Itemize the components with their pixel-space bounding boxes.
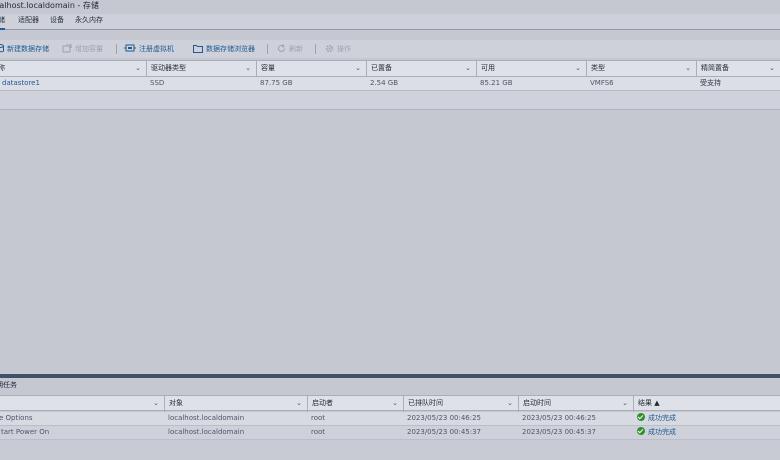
column-header-task[interactable]: ⌄ (0, 396, 164, 412)
type-cell: VMFS6 (590, 79, 614, 87)
increase-capacity-label: 增加容量 (75, 45, 103, 53)
increase-capacity-button[interactable]: 增加容量 (62, 43, 103, 55)
actions-label: 操作 (337, 45, 351, 53)
column-label: 启动者 (312, 399, 333, 407)
column-label: 已置备 (371, 64, 392, 72)
chevron-down-icon[interactable]: ⌄ (769, 61, 775, 76)
column-label: 可用 (481, 64, 495, 72)
column-header-started[interactable]: 启动时间 ⌄ (518, 396, 633, 412)
column-header-name[interactable]: 称 ⌄ (0, 61, 146, 77)
actions-button[interactable]: 操作 (325, 43, 351, 55)
column-header-thin-provisioning[interactable]: 精简置备 ⌄ (696, 61, 780, 77)
recent-tasks-title: 期任务 (0, 381, 17, 389)
column-header-target[interactable]: 对象 ⌄ (164, 396, 307, 412)
capacity-cell: 87.75 GB (260, 79, 293, 87)
task-name-cell: e Options (0, 414, 33, 422)
queued-time-cell: 2023/05/23 00:45:37 (407, 428, 482, 436)
column-label: 称 (0, 64, 5, 72)
chevron-down-icon[interactable]: ⌄ (296, 396, 302, 411)
toolbar-divider (267, 44, 268, 54)
toolbar: 新建数据存储 增加容量 注册虚拟机 数据存储浏览器 刷新 操作 (0, 40, 780, 58)
window-title: calhost.localdomain - 存储 (0, 1, 99, 10)
refresh-label: 刷新 (289, 45, 303, 53)
chevron-down-icon[interactable]: ⌄ (245, 61, 251, 76)
datastore-table-header: 称 ⌄ 驱动器类型 ⌄ 容量 ⌄ 已置备 ⌄ 可用 ⌄ 类型 ⌄ 精简置备 ⌄ (0, 60, 780, 77)
tab-devices[interactable]: 设备 (50, 14, 64, 30)
column-label: 对象 (169, 399, 183, 407)
register-vm-icon (124, 44, 136, 52)
drive-type-cell: SSD (150, 79, 165, 87)
tab-persistent-memory[interactable]: 永久内存 (75, 14, 103, 30)
chevron-down-icon[interactable]: ⌄ (622, 396, 628, 411)
table-footer (0, 91, 780, 110)
register-vm-label: 注册虚拟机 (139, 45, 174, 53)
datastore-browser-button[interactable]: 数据存储浏览器 (193, 43, 255, 55)
table-row[interactable]: tart Power On localhost.localdomain root… (0, 426, 780, 440)
toolbar-divider (116, 44, 117, 54)
column-header-drive-type[interactable]: 驱动器类型 ⌄ (146, 61, 256, 77)
success-check-icon (637, 427, 645, 435)
column-header-initiator[interactable]: 启动者 ⌄ (307, 396, 403, 412)
panel-divider[interactable] (0, 374, 780, 378)
refresh-button[interactable]: 刷新 (277, 43, 303, 55)
success-check-icon (637, 413, 645, 421)
table-row[interactable]: e Options localhost.localdomain root 202… (0, 412, 780, 426)
result-label: 成功完成 (648, 414, 676, 422)
target-cell: localhost.localdomain (168, 428, 245, 436)
queued-time-cell: 2023/05/23 00:46:25 (407, 414, 482, 422)
new-datastore-label: 新建数据存储 (7, 45, 49, 53)
refresh-icon (278, 44, 285, 52)
table-row[interactable]: datastore1 SSD 87.75 GB 2.54 GB 85.21 GB… (0, 77, 780, 91)
column-label: 已排队时间 (408, 399, 443, 407)
column-label: 容量 (261, 64, 275, 72)
tab-bar: 储 适配器 设备 永久内存 (0, 14, 780, 30)
column-label: 驱动器类型 (151, 64, 186, 72)
datastore-name-link[interactable]: datastore1 (0, 77, 40, 90)
start-time-cell: 2023/05/23 00:46:25 (522, 414, 597, 422)
provisioned-cell: 2.54 GB (370, 79, 399, 87)
chevron-down-icon[interactable]: ⌄ (685, 61, 691, 76)
toolbar-divider (315, 44, 316, 54)
new-datastore-icon (0, 44, 4, 53)
column-header-capacity[interactable]: 容量 ⌄ (256, 61, 366, 77)
chevron-down-icon[interactable]: ⌄ (392, 396, 398, 411)
chevron-down-icon[interactable]: ⌄ (355, 61, 361, 76)
thin-provisioning-cell: 受支持 (700, 79, 721, 87)
column-header-queued[interactable]: 已排队时间 ⌄ (403, 396, 518, 412)
result-cell: 成功完成 (633, 412, 676, 425)
chevron-down-icon[interactable]: ⌄ (135, 61, 141, 76)
column-header-result[interactable]: 结果 ▲ (633, 396, 780, 412)
column-header-provisioned[interactable]: 已置备 ⌄ (366, 61, 476, 77)
increase-capacity-icon (62, 43, 72, 53)
column-label: 结果 ▲ (638, 399, 660, 407)
tasks-table-header: ⌄ 对象 ⌄ 启动者 ⌄ 已排队时间 ⌄ 启动时间 ⌄ 结果 ▲ (0, 395, 780, 412)
chevron-down-icon[interactable]: ⌄ (575, 61, 581, 76)
column-header-type[interactable]: 类型 ⌄ (586, 61, 696, 77)
register-vm-button[interactable]: 注册虚拟机 (124, 43, 174, 55)
free-cell: 85.21 GB (480, 79, 513, 87)
gear-icon (325, 44, 334, 53)
task-name-cell: tart Power On (1, 428, 50, 436)
target-cell: localhost.localdomain (168, 414, 245, 422)
tab-datastores[interactable]: 储 (0, 14, 5, 30)
column-label: 精简置备 (701, 64, 729, 72)
chevron-down-icon[interactable]: ⌄ (465, 61, 471, 76)
folder-icon (193, 45, 203, 53)
initiator-cell: root (311, 428, 326, 436)
column-label: 启动时间 (523, 399, 551, 407)
column-label: 类型 (591, 64, 605, 72)
column-header-free[interactable]: 可用 ⌄ (476, 61, 586, 77)
result-cell: 成功完成 (633, 426, 676, 439)
chevron-down-icon[interactable]: ⌄ (507, 396, 513, 411)
new-datastore-button[interactable]: 新建数据存储 (0, 43, 49, 55)
result-label: 成功完成 (648, 428, 676, 436)
datastore-browser-label: 数据存储浏览器 (206, 45, 255, 53)
tab-adapters[interactable]: 适配器 (18, 14, 39, 30)
start-time-cell: 2023/05/23 00:45:37 (522, 428, 597, 436)
initiator-cell: root (311, 414, 326, 422)
chevron-down-icon[interactable]: ⌄ (153, 396, 159, 411)
tasks-table-empty-area (0, 440, 780, 460)
